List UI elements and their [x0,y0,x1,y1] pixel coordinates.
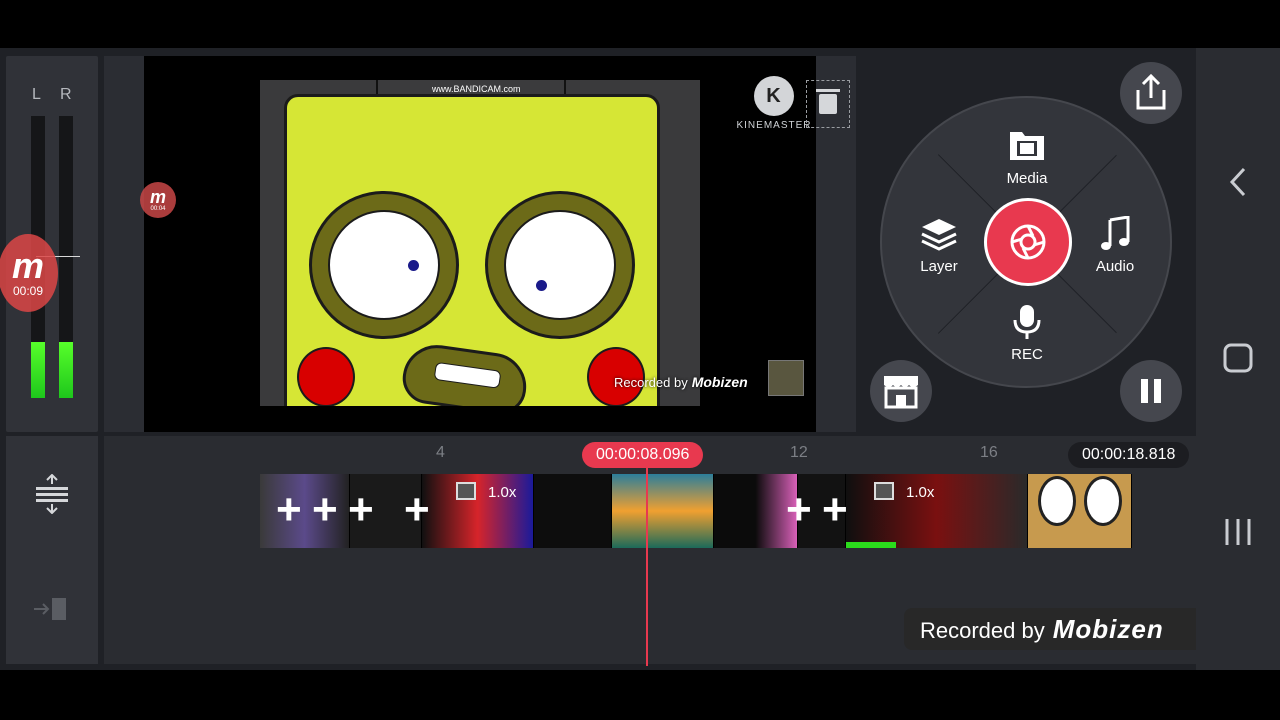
rec-button[interactable]: REC [982,304,1072,363]
share-icon [1136,74,1166,110]
media-label: Media [1006,170,1048,187]
recorded-by-text: Recorded by [614,375,688,390]
home-square-icon [1223,343,1253,373]
meter-right-track [59,116,73,398]
inset-thumbnail [768,360,804,396]
mobizen-brand-small: Mobizen [691,374,748,390]
jump-to-start-icon[interactable] [32,596,70,622]
audio-bar [846,542,896,548]
mobizen-bubble-small: m 00:04 [140,182,176,218]
video-clip-strip[interactable] [260,474,1132,548]
home-button[interactable] [1216,336,1260,380]
character-face [284,94,660,406]
film-folder-icon [1010,132,1044,160]
left-cheek [297,347,355,406]
video-frame: www.BANDICAM.com [260,80,700,406]
character-mouth [399,340,531,406]
capture-button[interactable] [984,198,1072,286]
add-transition-button[interactable]: + [348,488,374,532]
left-eye-white [328,210,440,320]
mobizen-timer: 00:09 [12,284,44,298]
right-eye-white [504,210,616,320]
clip-thumbnail[interactable] [422,474,534,548]
delete-button[interactable] [806,80,850,128]
playhead[interactable] [646,466,648,666]
left-pupil [408,260,419,271]
camera-shutter-icon [1010,224,1046,260]
add-transition-button[interactable]: + [786,488,812,532]
add-transition-button[interactable]: + [276,488,302,532]
kinemaster-logo-text: KINEMASTER [736,120,812,131]
ruler-dots [254,454,1154,456]
current-timecode: 00:00:08.096 [582,442,704,468]
timeline-tools [6,436,98,664]
add-transition-button[interactable]: + [822,488,848,532]
layers-icon [921,219,957,251]
kinemaster-logo-icon: K [754,76,794,116]
clip-speed-label: 1.0x [488,484,517,501]
pause-button[interactable] [1120,360,1182,422]
add-transition-button[interactable]: + [312,488,338,532]
meter-left-level [31,341,45,398]
ruler-label: 4 [436,444,445,461]
clip-film-icon [456,482,476,500]
right-pupil [536,280,547,291]
clip-speed-label: 1.0x [906,484,935,501]
add-transition-button[interactable]: + [404,488,430,532]
back-button[interactable] [1216,160,1260,204]
rec-label: REC [1011,346,1043,363]
microphone-icon [1013,305,1041,339]
layer-button[interactable]: Layer [894,216,984,275]
left-eye [309,191,459,339]
recents-icon [1225,519,1251,545]
media-button[interactable]: Media [982,128,1072,187]
teeth [433,361,502,389]
chevron-left-icon [1229,167,1246,197]
ruler-label: 12 [790,444,808,461]
ruler-label: 16 [980,444,998,461]
audio-label: Audio [1095,258,1135,275]
mobizen-small-time: 00:04 [150,206,166,212]
clip-thumbnail[interactable] [534,474,612,548]
recent-apps-button[interactable] [1216,510,1260,554]
recorded-by-label: Recorded by [920,618,1045,643]
total-duration: 00:00:18.818 [1068,442,1190,468]
video-preview[interactable]: www.BANDICAM.com K KINEMASTER Recorded b… [144,56,816,432]
clip-thumbnail[interactable] [612,474,714,548]
trash-icon [816,89,840,114]
asset-store-button[interactable] [870,360,932,422]
store-icon [884,376,918,409]
bandicam-watermark: www.BANDICAM.com [432,84,521,94]
mobizen-logo-icon: m [11,245,44,286]
share-button[interactable] [1120,62,1182,124]
expand-timeline-icon[interactable] [34,474,70,514]
right-eye [485,191,635,339]
clip-thumbnail[interactable] [1028,474,1132,548]
meter-right-level [59,341,73,398]
meter-right-label: R [60,86,72,103]
mobizen-logo-icon: m [149,187,166,207]
kinemaster-watermark: K KINEMASTER [734,76,814,131]
clip-film-icon [874,482,894,500]
music-note-icon [1101,216,1130,250]
mobizen-watermark-small: Recorded by Mobizen [614,374,748,390]
mobizen-floating-button[interactable]: m 00:09 [0,234,58,312]
meter-left-label: L [32,86,41,103]
audio-button[interactable]: Audio [1070,216,1160,275]
mobizen-brand: Mobizen [1052,614,1164,644]
layer-label: Layer [920,258,958,275]
pause-icon [1141,379,1161,403]
